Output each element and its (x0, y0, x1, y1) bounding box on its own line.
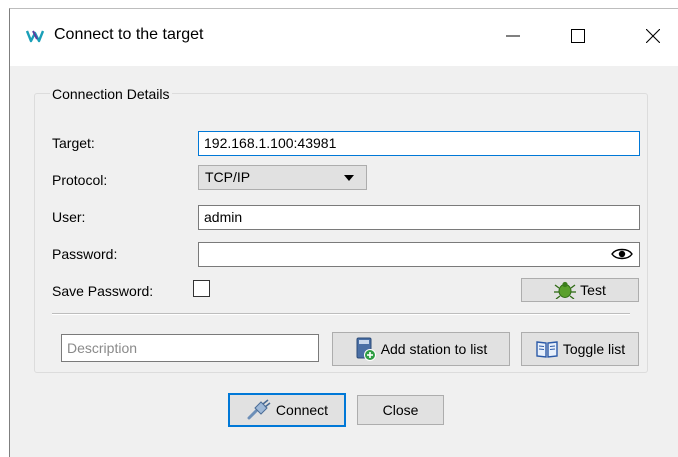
close-button[interactable]: Close (357, 395, 444, 425)
test-button-label: Test (580, 282, 606, 298)
save-password-checkbox[interactable] (193, 280, 210, 297)
eye-icon[interactable] (611, 247, 633, 261)
user-label: User: (52, 209, 86, 225)
user-input[interactable]: admin (198, 205, 640, 230)
toggle-list-label: Toggle list (562, 341, 626, 357)
app-logo-icon (26, 30, 45, 43)
title-bar[interactable]: Connect to the target (10, 9, 678, 66)
bug-icon (554, 281, 577, 299)
connect-button[interactable]: Connect (228, 393, 346, 427)
maximize-button[interactable] (555, 16, 601, 56)
target-label: Target: (52, 135, 95, 151)
minimize-button[interactable] (490, 16, 536, 56)
add-station-icon (356, 337, 376, 361)
save-password-label: Save Password: (52, 283, 154, 299)
description-input[interactable]: Description (61, 334, 319, 362)
password-input[interactable] (198, 242, 640, 267)
user-value: admin (204, 209, 243, 225)
add-station-button[interactable]: Add station to list (332, 332, 510, 366)
protocol-value: TCP/IP (205, 169, 251, 185)
toggle-list-button[interactable]: Toggle list (521, 332, 639, 366)
close-icon (646, 29, 660, 43)
description-placeholder: Description (67, 340, 138, 356)
test-button[interactable]: Test (521, 278, 639, 302)
target-value: 192.168.1.100:43981 (204, 135, 337, 151)
separator (52, 313, 630, 315)
group-legend: Connection Details (50, 86, 172, 102)
target-input[interactable]: 192.168.1.100:43981 (198, 131, 640, 156)
window-title: Connect to the target (54, 26, 204, 43)
close-label: Close (382, 402, 419, 418)
close-window-button[interactable] (630, 16, 676, 56)
connect-label: Connect (275, 402, 329, 418)
protocol-select[interactable]: TCP/IP (198, 165, 367, 190)
protocol-label: Protocol: (52, 172, 108, 188)
book-icon (536, 341, 558, 358)
chevron-down-icon (344, 175, 354, 181)
plug-icon (247, 399, 271, 420)
minimize-icon (506, 35, 520, 37)
maximize-icon (571, 29, 585, 43)
password-label: Password: (52, 246, 118, 262)
add-station-label: Add station to list (380, 341, 488, 357)
